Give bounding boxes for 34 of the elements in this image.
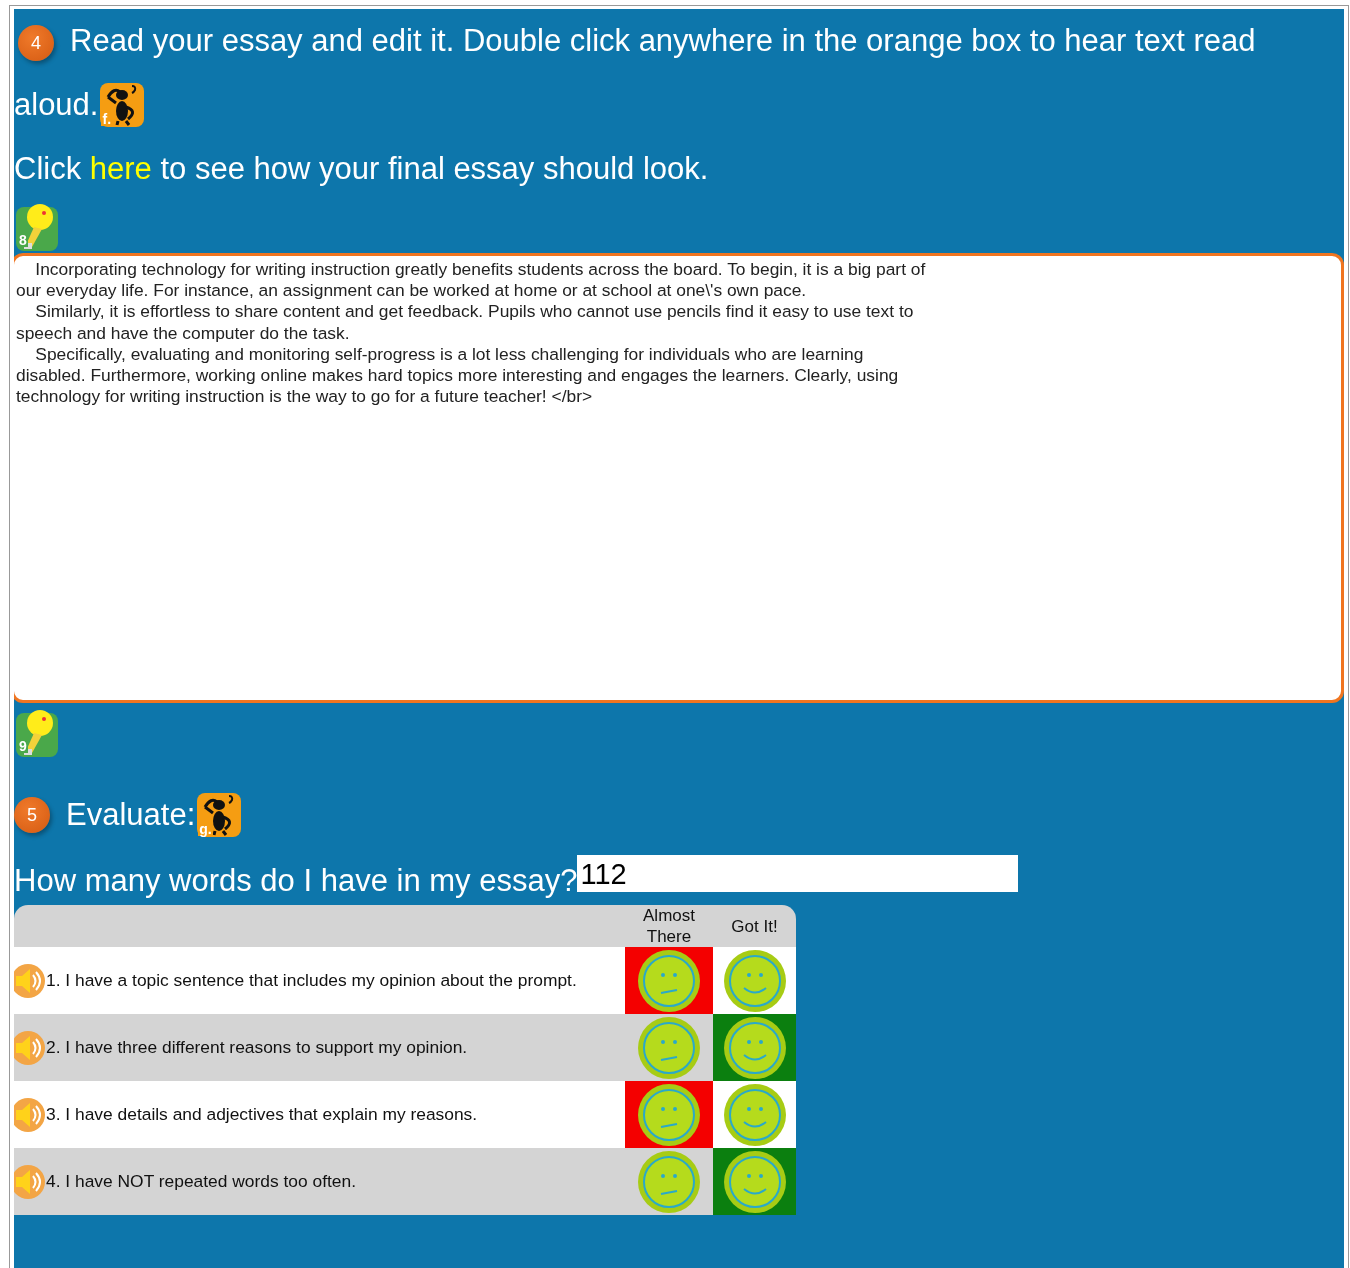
instruction-text: aloud.	[14, 86, 99, 124]
smiley-face-button[interactable]	[722, 1015, 787, 1080]
speaker-icon[interactable]	[14, 962, 46, 999]
word-count-field[interactable]: 112	[577, 855, 1019, 892]
checklist-item: 4. I have NOT repeated words too often.	[46, 1170, 356, 1194]
smiley-face-button[interactable]	[722, 1149, 787, 1214]
step-number: 5	[14, 797, 50, 833]
instruction-text: Read your essay and edit it. Double click anywhere in the orange box to hear text read	[70, 23, 1256, 58]
unsure-face-button[interactable]	[637, 1149, 701, 1214]
unsure-face-button[interactable]	[637, 1015, 701, 1080]
section-title: Evaluate:	[66, 796, 196, 834]
checklist-item: 1. I have a topic sentence that includes my opinion about the prompt.	[46, 969, 577, 993]
icon-letter: 9	[18, 739, 28, 753]
smiley-face-button[interactable]	[722, 1082, 787, 1147]
checklist-item: 3. I have details and adjectives that explain my reasons.	[46, 1103, 478, 1127]
instruction-text: to see how your final essay should look.	[159, 151, 709, 186]
unsure-face-button[interactable]	[637, 948, 701, 1013]
here-link[interactable]: here	[89, 151, 152, 186]
question-text: How many words do I have in my essay?	[14, 863, 578, 898]
essay-field[interactable]: Incorporating technology for writing instruction greatly benefits students across the board. To begin, it is a big part of our everyday life. For instance, an assignment can be worked at home or at school at one\'s own pace. Similarly, it is effortless to share content and get feedback. Pupils who cannot use pencils find it easy to use text to speech and have the computer do the task. Specifically, evaluating and monitoring self-progress is a lot less challenging for individuals who are learning disabled. Furthermore, working online makes hard topics more interesting and engages the learners. Clearly, using technology for writing instruction is the way to go for a future teacher! </br>	[14, 253, 1344, 703]
instruction-text: Click	[14, 151, 83, 186]
icon-letter: f.	[101, 112, 113, 126]
unsure-face-button[interactable]	[637, 1082, 701, 1147]
column-header: Almost There	[625, 905, 713, 947]
speaker-icon[interactable]	[14, 1096, 46, 1133]
step-number: 4	[18, 24, 54, 61]
column-header: Got It!	[713, 905, 796, 947]
thinking-figure-icon[interactable]: g.	[195, 791, 244, 839]
checklist-item: 2. I have three different reasons to support my opinion.	[46, 1036, 468, 1060]
icon-letter: 8	[18, 233, 28, 247]
speaker-icon[interactable]	[14, 1163, 46, 1200]
smiley-face-button[interactable]	[722, 948, 787, 1013]
thinking-figure-icon[interactable]: f.	[98, 81, 147, 129]
speaker-icon[interactable]	[14, 1029, 46, 1066]
